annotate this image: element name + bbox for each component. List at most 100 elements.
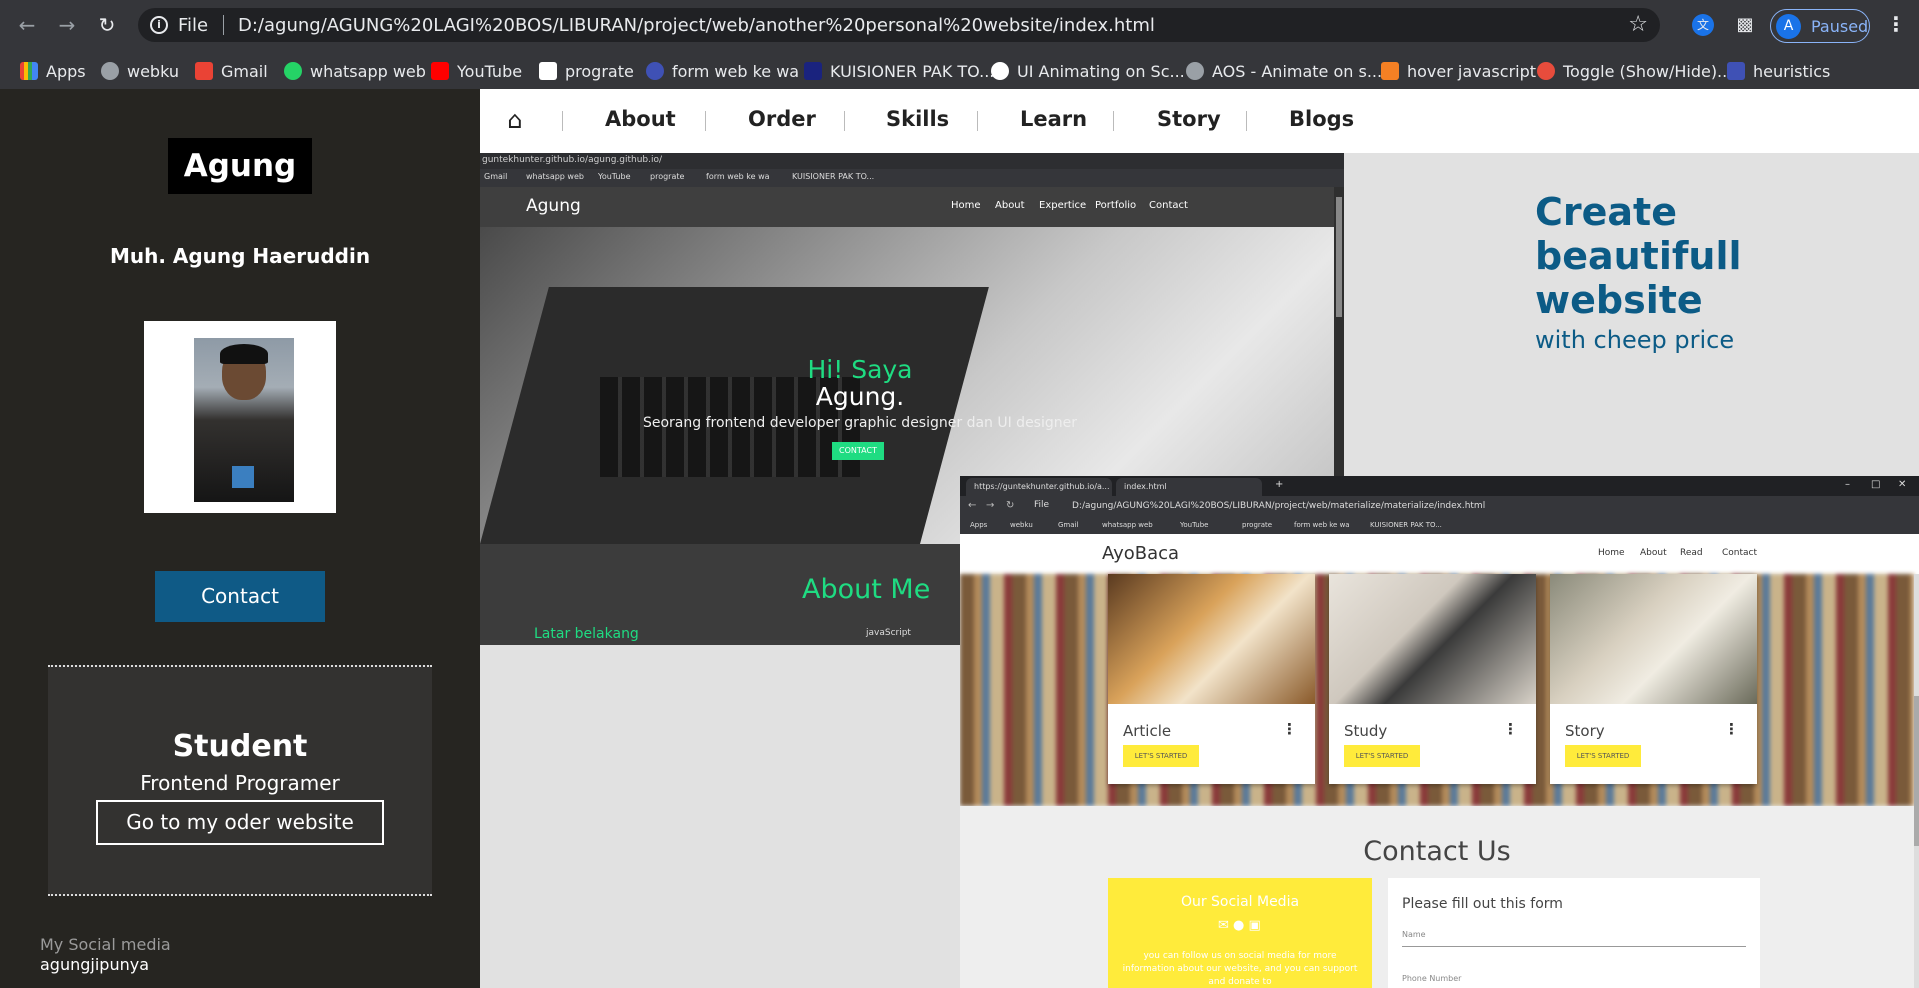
ayobaca-screenshot: https://guntekhunter.github.io/a... inde… [960, 476, 1919, 988]
story-card: Story ⋮ LET'S STARTED [1550, 574, 1757, 784]
screenshot-name: Agung. [815, 382, 905, 411]
screenshot-bookmark: YouTube [598, 172, 631, 181]
hero-title: Create beautifull website [1535, 190, 1742, 322]
screenshot-bookmarks: Gmail whatsapp web YouTube prograte form… [480, 169, 1344, 187]
nav-divider [1113, 111, 1114, 131]
whatsapp-icon [284, 62, 302, 80]
reload-icon[interactable]: ↻ [94, 12, 120, 38]
screenshot-bookmark: form web ke wa [1294, 521, 1350, 529]
screenshot-brand: AyoBaca [1102, 543, 1180, 564]
screenshot-bookmark: prograte [650, 172, 685, 181]
social-media-card: Our Social Media ✉ ● ▣ you can follow us… [1108, 878, 1372, 988]
screenshot-bookmark: whatsapp web [1102, 521, 1153, 529]
screenshot-about-title: About Me [802, 574, 931, 605]
contact-section: Contact Us Our Social Media ✉ ● ▣ you ca… [960, 806, 1914, 988]
screenshot-bookmark: form web ke wa [706, 172, 770, 181]
new-tab-icon: + [1275, 479, 1284, 490]
bookmark-item[interactable]: Apps [20, 60, 86, 82]
bookmark-item[interactable]: Gmail [195, 60, 268, 82]
bookmark-item[interactable]: YouTube [431, 60, 522, 82]
bookmark-item[interactable]: form web ke wa [646, 60, 799, 82]
bookmark-item[interactable]: webku [101, 60, 179, 82]
bookmark-item[interactable]: AOS - Animate on s... [1186, 60, 1382, 82]
hero-section: Create beautifull website with cheep pri… [480, 153, 1919, 988]
nav-divider [562, 111, 563, 131]
card-button: LET'S STARTED [1565, 745, 1641, 767]
card-title: Article [1123, 722, 1172, 740]
social-card-text: you can follow us on social media for mo… [1122, 951, 1358, 987]
maximize-icon: □ [1871, 479, 1881, 490]
gmail-icon [195, 62, 213, 80]
bookmark-item[interactable]: prograte [539, 60, 634, 82]
youtube-icon [431, 62, 449, 80]
stackoverflow-icon [1381, 62, 1399, 80]
book-glasses-image [1550, 574, 1757, 704]
nav-story[interactable]: Story [1157, 107, 1221, 131]
screenshot-url: D:/agung/AGUNG%20LAGI%20BOS/LIBURAN/proj… [1072, 501, 1486, 511]
info-icon[interactable]: i [150, 16, 168, 34]
home-icon[interactable]: ⌂ [500, 106, 530, 136]
screenshot-bookmark: KUISIONER PAK TO... [792, 172, 875, 181]
avatar: A [1776, 14, 1801, 39]
screenshot-about-left: Latar belakang [534, 626, 639, 642]
bookmarks-bar: Apps webku Gmail whatsapp web YouTube pr… [0, 51, 1919, 89]
name-field-underline [1402, 946, 1746, 947]
browser-menu-icon[interactable]: ⋮ [1886, 12, 1906, 36]
screenshot-nav-link: Expertice [1039, 200, 1087, 211]
nav-skills[interactable]: Skills [886, 107, 949, 131]
nav-blogs[interactable]: Blogs [1289, 107, 1354, 131]
bookmark-item[interactable]: whatsapp web [284, 60, 426, 82]
heuristics-icon [1727, 62, 1745, 80]
screenshot-bookmark: Gmail [1058, 521, 1079, 529]
nav-order[interactable]: Order [748, 107, 816, 131]
apps-grid-icon [20, 62, 38, 80]
file-scheme-label: File [178, 15, 209, 36]
nav-learn[interactable]: Learn [1020, 107, 1087, 131]
screenshot-bookmark: KUISIONER PAK TO... [1370, 521, 1442, 529]
browser-toolbar: ← → ↻ i File D:/agung/AGUNG%20LAGI%20BOS… [0, 0, 1919, 51]
screenshot-bookmark: prograte [1242, 521, 1273, 529]
card-button: LET'S STARTED [1123, 745, 1199, 767]
order-website-button[interactable]: Go to my oder website [96, 800, 384, 845]
student-title: Student [172, 729, 308, 764]
screenshot-nav-link: About [995, 200, 1025, 211]
back-arrow-icon[interactable]: ← [14, 12, 40, 38]
screenshot-url: guntekhunter.github.io/agung.github.io/ [482, 155, 663, 165]
nav-divider [705, 111, 706, 131]
main-navbar: ⌂ About Order Skills Learn Story Blogs [480, 89, 1919, 153]
forward-arrow-icon[interactable]: → [54, 12, 80, 38]
forward-arrow-icon: → [986, 500, 995, 511]
address-url[interactable]: D:/agung/AGUNG%20LAGI%20BOS/LIBURAN/proj… [238, 15, 1155, 36]
globe-icon [1186, 62, 1204, 80]
screenshot-brand: Agung [526, 196, 581, 216]
nav-about[interactable]: About [605, 107, 676, 131]
screenshot-navbar: Agung Home About Expertice Portfolio Con… [480, 187, 1334, 227]
translate-icon[interactable]: 文 [1692, 14, 1714, 36]
extensions-puzzle-icon[interactable]: ▩ [1732, 12, 1758, 38]
social-handle[interactable]: agungjipunya [40, 955, 149, 974]
screenshot-nav-link: About [1640, 548, 1667, 558]
profile-button[interactable]: A Paused [1770, 9, 1870, 43]
contact-button[interactable]: Contact [155, 571, 325, 622]
screenshot-bookmark: Gmail [484, 172, 508, 181]
card-button: LET'S STARTED [1344, 745, 1420, 767]
form-title: Please fill out this form [1402, 896, 1563, 912]
prograte-icon [539, 62, 557, 80]
address-separator [223, 15, 224, 35]
bookmark-item[interactable]: Toggle (Show/Hide)... [1537, 60, 1732, 82]
address-bar[interactable]: i File D:/agung/AGUNG%20LAGI%20BOS/LIBUR… [138, 8, 1660, 42]
site-logo[interactable]: Agung [168, 138, 312, 194]
bookmark-item[interactable]: hover javascript [1381, 60, 1536, 82]
screenshot-file-label: File [1034, 500, 1050, 510]
minimize-icon: – [1845, 479, 1850, 490]
screenshot-scroll-thumb [1336, 197, 1342, 317]
bookmark-star-icon[interactable]: ☆ [1628, 12, 1648, 37]
screenshot-nav-link: Contact [1722, 548, 1758, 558]
bookmark-item[interactable]: heuristics [1727, 60, 1830, 82]
nav-divider [844, 111, 845, 131]
screenshot-bookmark: whatsapp web [526, 172, 584, 181]
bookmark-item[interactable]: KUISIONER PAK TO... [804, 60, 994, 82]
screenshot-bookmarks: Apps webku Gmail whatsapp web YouTube pr… [960, 518, 1919, 534]
bookmark-item[interactable]: UI Animating on Sc... [991, 60, 1185, 82]
card-title: Story [1565, 722, 1605, 740]
